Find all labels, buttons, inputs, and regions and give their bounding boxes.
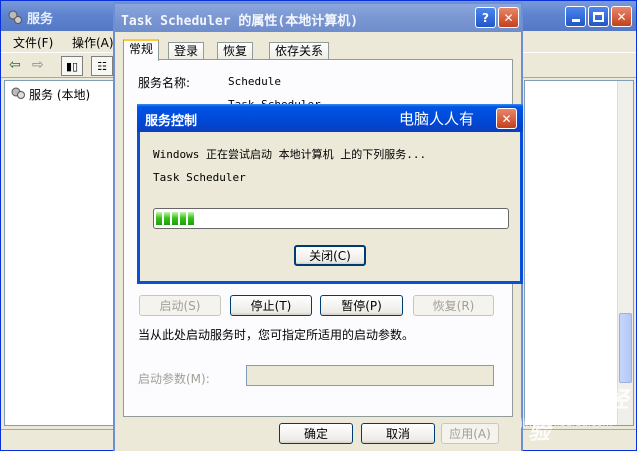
close-icon: ✕ [503,10,514,25]
progress-block [180,212,186,225]
gears-icon [10,86,26,103]
service-name-label: 服务名称: [138,76,191,90]
services-list-pane[interactable] [524,80,634,426]
close-icon: ✕ [616,9,627,24]
service-control-close-action[interactable]: 关闭(C) [294,245,366,266]
properties-close-button[interactable]: ✕ [498,7,519,28]
tree-item-label: 服务 (本地) [29,88,91,102]
ok-button[interactable]: 确定 [279,423,353,444]
services-title: 服务 [27,12,54,27]
apply-button[interactable]: 应用(A) [441,423,499,444]
service-control-dialog: 服务控制 电脑人人有 ✕ Windows 正在尝试启动 本地计算机 上的下列服务… [137,104,523,284]
help-button[interactable]: ? [475,7,496,28]
minimize-icon [571,19,580,22]
forward-arrow-icon[interactable]: ⇨ [32,57,44,73]
properties-icon[interactable]: ☷ [91,56,113,76]
close-icon: ✕ [501,111,512,126]
progress-block [164,212,170,225]
gears-icon [7,9,23,25]
service-name: Task Scheduler [153,171,246,184]
service-control-titlebar[interactable]: 服务控制 电脑人人有 ✕ [137,104,523,132]
maximize-button[interactable] [588,6,609,27]
properties-title: Task Scheduler 的属性(本地计算机) [121,14,359,29]
close-button[interactable]: ✕ [611,6,632,27]
progress-block [172,212,178,225]
status-message: Windows 正在尝试启动 本地计算机 上的下列服务... [153,148,427,161]
back-arrow-icon[interactable]: ⇦ [9,57,21,73]
stop-button[interactable]: 停止(T) [230,295,312,316]
progress-block [188,212,194,225]
maximize-icon [593,11,604,22]
progress-block [156,212,162,225]
start-button[interactable]: 启动(S) [139,295,221,316]
progress-fill [156,212,506,225]
tab-recovery[interactable]: 恢复 [217,42,254,60]
baidu-watermark: Baidu 经验 [528,388,629,445]
start-params-input[interactable] [246,365,494,386]
watermark-url: jingyan.baidu.com [520,418,613,429]
service-name-value: Schedule [228,75,281,88]
menu-file[interactable]: 文件(F) [13,34,53,51]
tree-item-services-local[interactable]: 服务 (本地) [10,86,90,103]
start-params-hint: 当从此处启动服务时，您可指定所适用的启动参数。 [138,328,415,342]
tree-pane: 服务 (本地) [4,80,115,426]
tab-general[interactable]: 常规 [123,39,160,61]
cancel-button[interactable]: 取消 [361,423,435,444]
minimize-button[interactable] [565,6,586,27]
vertical-scrollbar[interactable] [617,81,633,425]
watermark-text: 电脑人人有 [399,110,475,128]
help-icon: ? [482,10,489,25]
progress-bar [153,208,509,229]
show-hide-tree-icon[interactable]: ▮▯ [61,56,83,76]
properties-titlebar[interactable]: Task Scheduler 的属性(本地计算机) ? ✕ [115,4,521,32]
tab-dependencies[interactable]: 依存关系 [269,42,330,60]
menu-action[interactable]: 操作(A) [72,34,114,51]
start-params-label: 启动参数(M): [138,372,210,386]
resume-button[interactable]: 恢复(R) [413,295,494,316]
scroll-thumb[interactable] [619,313,632,383]
tab-logon[interactable]: 登录 [168,42,205,60]
service-control-title: 服务控制 [145,114,198,129]
pause-button[interactable]: 暂停(P) [320,295,403,316]
service-control-close-button[interactable]: ✕ [496,108,517,129]
